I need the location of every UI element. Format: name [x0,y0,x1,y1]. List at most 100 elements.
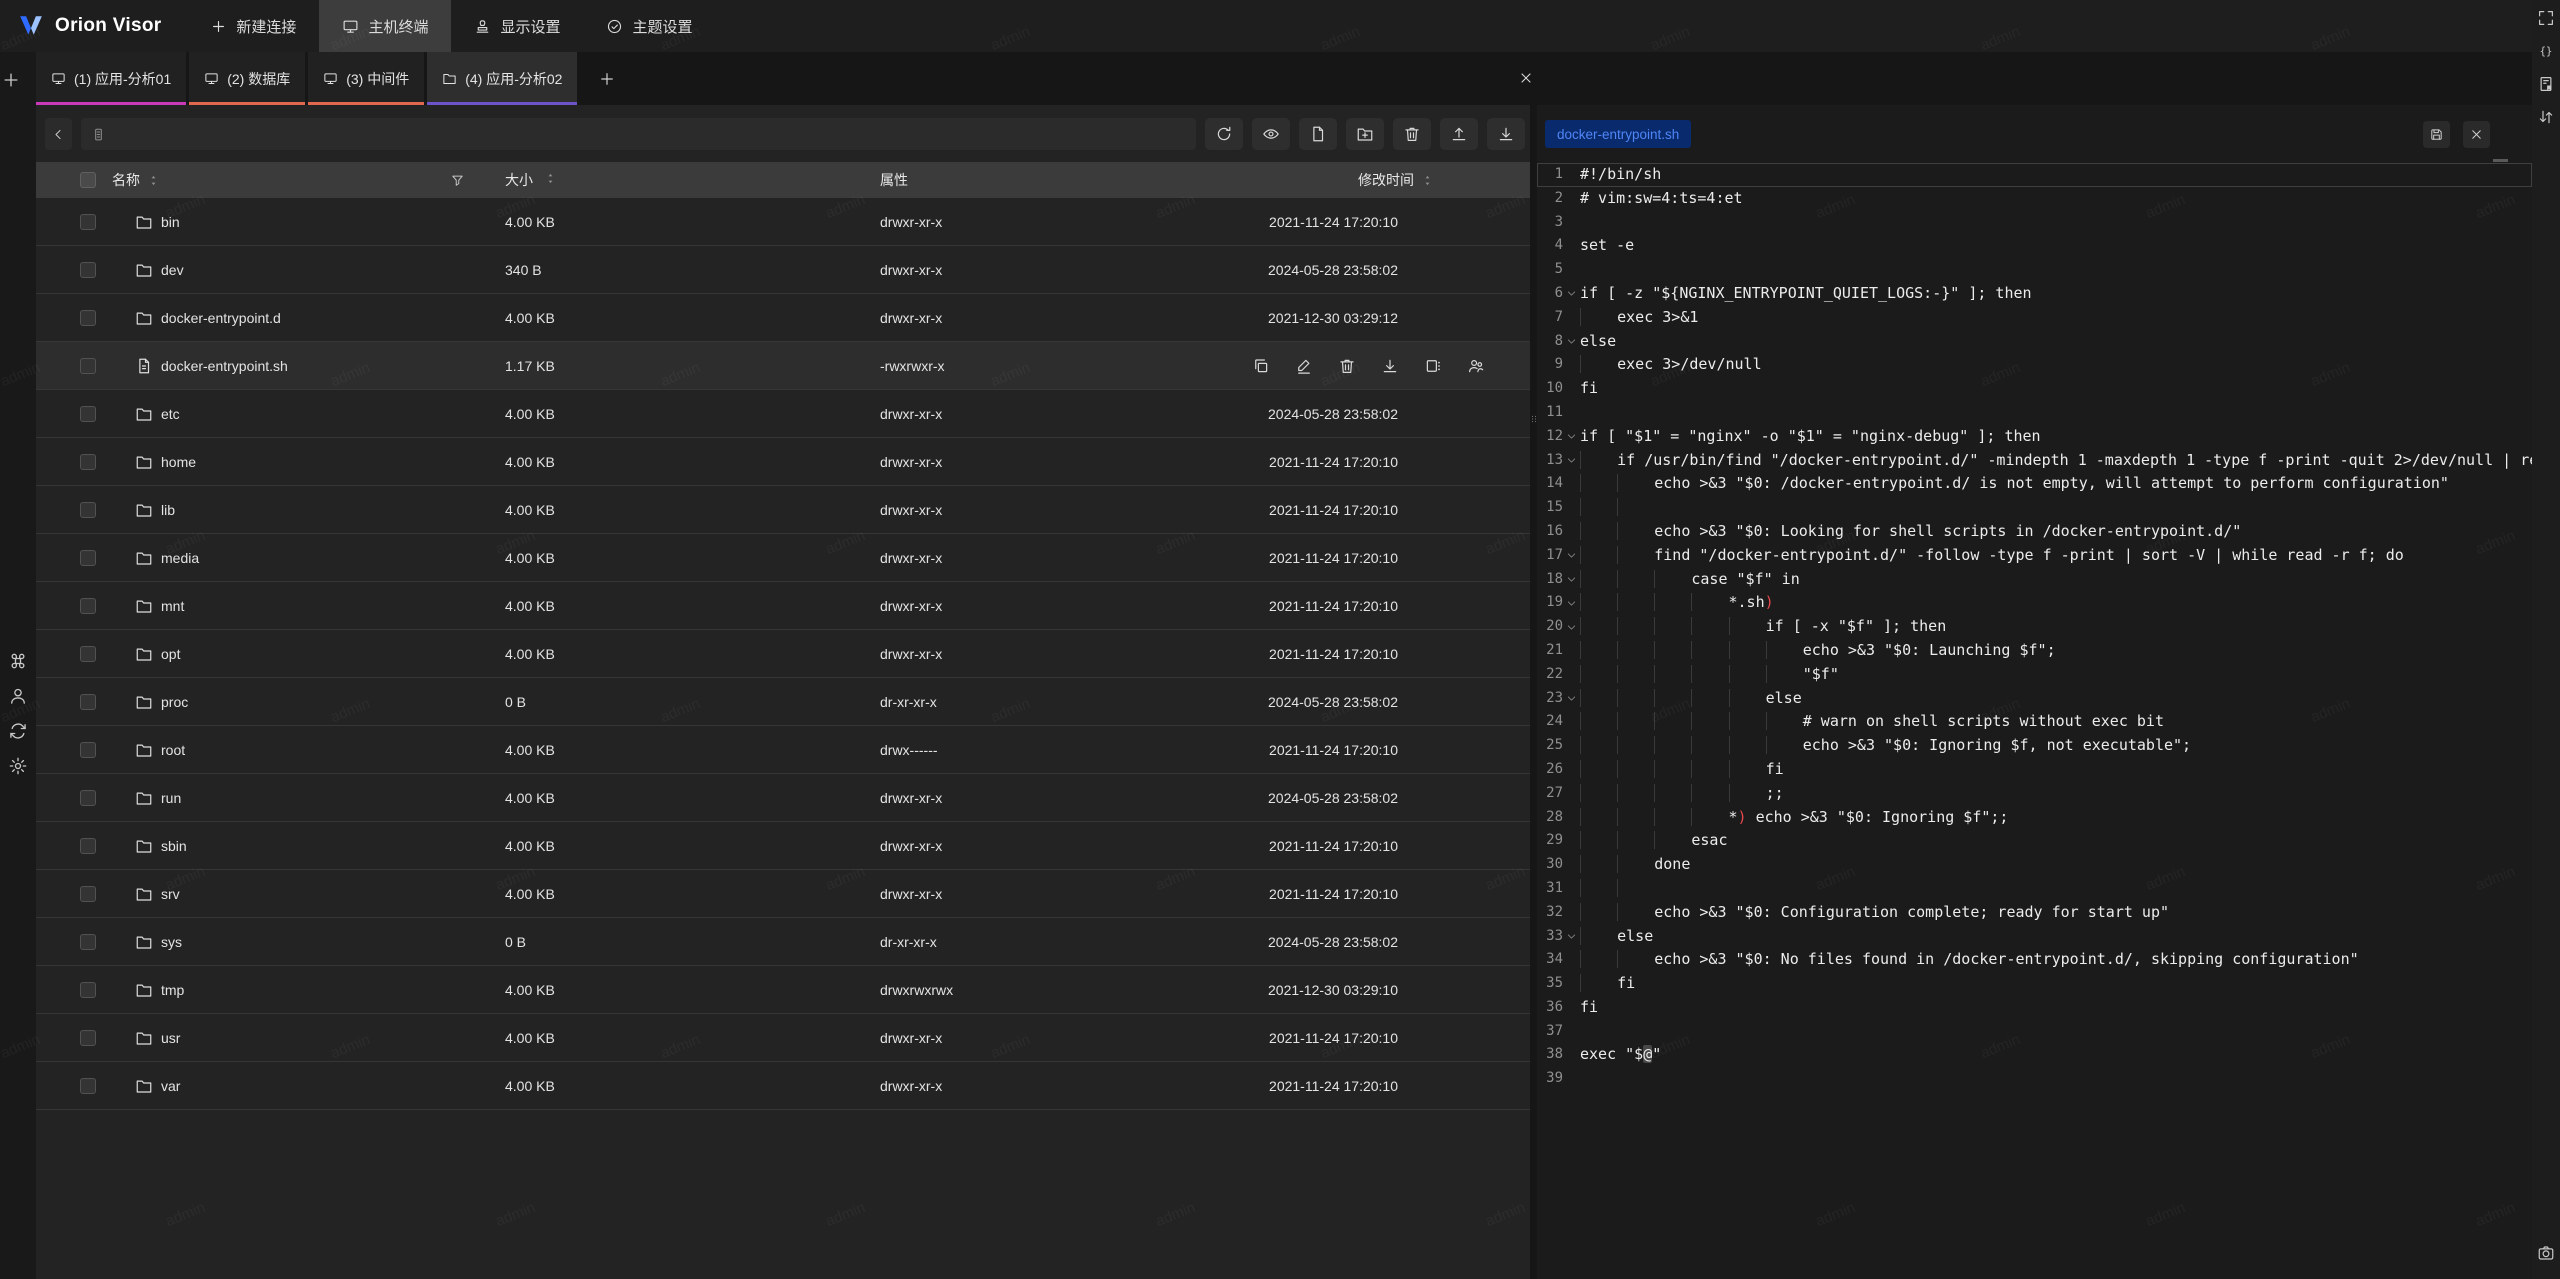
code-line[interactable]: 1#!/bin/sh [1537,163,2532,187]
table-row[interactable]: srv4.00 KBdrwxr-xr-x2021-11-24 17:20:10 [36,870,1530,918]
save-button[interactable] [2423,121,2450,148]
new-file-button[interactable] [1299,118,1337,150]
row-checkbox[interactable] [80,790,96,806]
code-line[interactable]: 33 else [1537,925,2532,949]
rail-shortcuts-button[interactable] [7,650,29,672]
fold-chevron-icon[interactable] [1563,544,1580,568]
table-row[interactable]: sbin4.00 KBdrwxr-xr-x2021-11-24 17:20:10 [36,822,1530,870]
code-line[interactable]: 8else [1537,330,2532,354]
code-line[interactable]: 28 *) echo >&3 "$0: Ignoring $f";; [1537,806,2532,830]
row-checkbox[interactable] [80,358,96,374]
code-line[interactable]: 38exec "$@" [1537,1043,2532,1067]
fold-chevron-icon[interactable] [1563,425,1580,449]
table-row[interactable]: etc4.00 KBdrwxr-xr-x2024-05-28 23:58:02 [36,390,1530,438]
row-checkbox[interactable] [80,742,96,758]
sort-icon[interactable] [1421,174,1434,187]
rail-fullscreen-button[interactable] [2536,8,2556,28]
editor-scrollbar[interactable] [2493,159,2508,162]
row-checkbox[interactable] [80,310,96,326]
menu-item-display-settings[interactable]: 显示设置 [451,0,583,52]
menu-item-host-terminal[interactable]: 主机终端 [319,0,451,52]
code-line[interactable]: 22 "$f" [1537,663,2532,687]
row-checkbox[interactable] [80,550,96,566]
rail-new-terminal-button[interactable] [0,69,22,91]
new-folder-button[interactable] [1346,118,1384,150]
row-checkbox[interactable] [80,502,96,518]
code-line[interactable]: 3 [1537,211,2532,235]
select-all-checkbox[interactable] [80,172,96,188]
rail-sort-order-button[interactable] [2536,107,2556,127]
menu-item-theme-settings[interactable]: 主题设置 [583,0,715,52]
fold-chevron-icon[interactable] [1563,449,1580,473]
fold-chevron-icon[interactable] [1563,568,1580,592]
terminal-tab-1[interactable]: (1) 应用-分析01 [36,52,186,105]
code-line[interactable]: 24 # warn on shell scripts without exec … [1537,710,2532,734]
code-line[interactable]: 36fi [1537,996,2532,1020]
row-checkbox[interactable] [80,406,96,422]
code-line[interactable]: 15 [1537,496,2532,520]
delete-button[interactable] [1393,118,1431,150]
code-line[interactable]: 37 [1537,1020,2532,1044]
code-line[interactable]: 7 exec 3>&1 [1537,306,2532,330]
fold-chevron-icon[interactable] [1563,282,1580,306]
fold-chevron-icon[interactable] [1563,615,1580,639]
rail-config-button[interactable]: {} [2536,41,2556,61]
rail-screenshot-button[interactable] [2536,1243,2556,1263]
code-line[interactable]: 27 ;; [1537,782,2532,806]
fold-chevron-icon[interactable] [1563,925,1580,949]
table-row[interactable]: var4.00 KBdrwxr-xr-x2021-11-24 17:20:10 [36,1062,1530,1110]
copy-path-button[interactable] [1252,357,1270,375]
delete-button[interactable] [1338,357,1356,375]
code-line[interactable]: 25 echo >&3 "$0: Ignoring $f, not execut… [1537,734,2532,758]
code-line[interactable]: 9 exec 3>/dev/null [1537,353,2532,377]
row-checkbox[interactable] [80,454,96,470]
table-row[interactable]: mnt4.00 KBdrwxr-xr-x2021-11-24 17:20:10 [36,582,1530,630]
panel-splitter[interactable] [1530,105,1537,1279]
table-row[interactable]: opt4.00 KBdrwxr-xr-x2021-11-24 17:20:10 [36,630,1530,678]
table-row[interactable]: tmp4.00 KBdrwxrwxrwx2021-12-30 03:29:10 [36,966,1530,1014]
code-line[interactable]: 16 echo >&3 "$0: Looking for shell scrip… [1537,520,2532,544]
row-checkbox[interactable] [80,886,96,902]
filter-icon[interactable] [450,173,465,188]
row-checkbox[interactable] [80,598,96,614]
table-row[interactable]: home4.00 KBdrwxr-xr-x2021-11-24 17:20:10 [36,438,1530,486]
row-checkbox[interactable] [80,694,96,710]
code-line[interactable]: 17 find "/docker-entrypoint.d/" -follow … [1537,544,2532,568]
row-checkbox[interactable] [80,646,96,662]
table-row[interactable]: run4.00 KBdrwxr-xr-x2024-05-28 23:58:02 [36,774,1530,822]
rail-settings-button[interactable] [7,755,29,777]
code-line[interactable]: 6if [ -z "${NGINX_ENTRYPOINT_QUIET_LOGS:… [1537,282,2532,306]
fold-chevron-icon[interactable] [1563,591,1580,615]
code-line[interactable]: 14 echo >&3 "$0: /docker-entrypoint.d/ i… [1537,472,2532,496]
row-checkbox[interactable] [80,982,96,998]
table-row[interactable]: media4.00 KBdrwxr-xr-x2021-11-24 17:20:1… [36,534,1530,582]
code-line[interactable]: 30 done [1537,853,2532,877]
terminal-tab-2[interactable]: (2) 数据库 [189,52,305,105]
upload-button[interactable] [1440,118,1478,150]
add-tab-button[interactable] [594,66,620,92]
row-checkbox[interactable] [80,934,96,950]
row-checkbox[interactable] [80,262,96,278]
menu-item-new-connection[interactable]: 新建连接 [187,0,319,52]
table-row[interactable]: lib4.00 KBdrwxr-xr-x2021-11-24 17:20:10 [36,486,1530,534]
code-line[interactable]: 11 [1537,401,2532,425]
rail-profile-button[interactable] [7,685,29,707]
rename-button[interactable] [1424,357,1442,375]
row-checkbox[interactable] [80,1078,96,1094]
row-checkbox[interactable] [80,1030,96,1046]
preview-button[interactable] [1252,118,1290,150]
editor-file-tab[interactable]: docker-entrypoint.sh [1545,120,1691,148]
code-line[interactable]: 5 [1537,258,2532,282]
path-input[interactable] [114,126,1186,142]
permissions-button[interactable] [1467,357,1485,375]
table-row[interactable]: docker-entrypoint.d4.00 KBdrwxr-xr-x2021… [36,294,1530,342]
table-row[interactable]: usr4.00 KBdrwxr-xr-x2021-11-24 17:20:10 [36,1014,1530,1062]
code-line[interactable]: 10fi [1537,377,2532,401]
rail-notes-button[interactable] [2536,74,2556,94]
code-line[interactable]: 32 echo >&3 "$0: Configuration complete;… [1537,901,2532,925]
refresh-button[interactable] [1205,118,1243,150]
code-line[interactable]: 35 fi [1537,972,2532,996]
table-row[interactable]: proc0 Bdr-xr-xr-x2024-05-28 23:58:02 [36,678,1530,726]
code-line[interactable]: 13 if /usr/bin/find "/docker-entrypoint.… [1537,449,2532,473]
table-row[interactable]: root4.00 KBdrwx------2021-11-24 17:20:10 [36,726,1530,774]
